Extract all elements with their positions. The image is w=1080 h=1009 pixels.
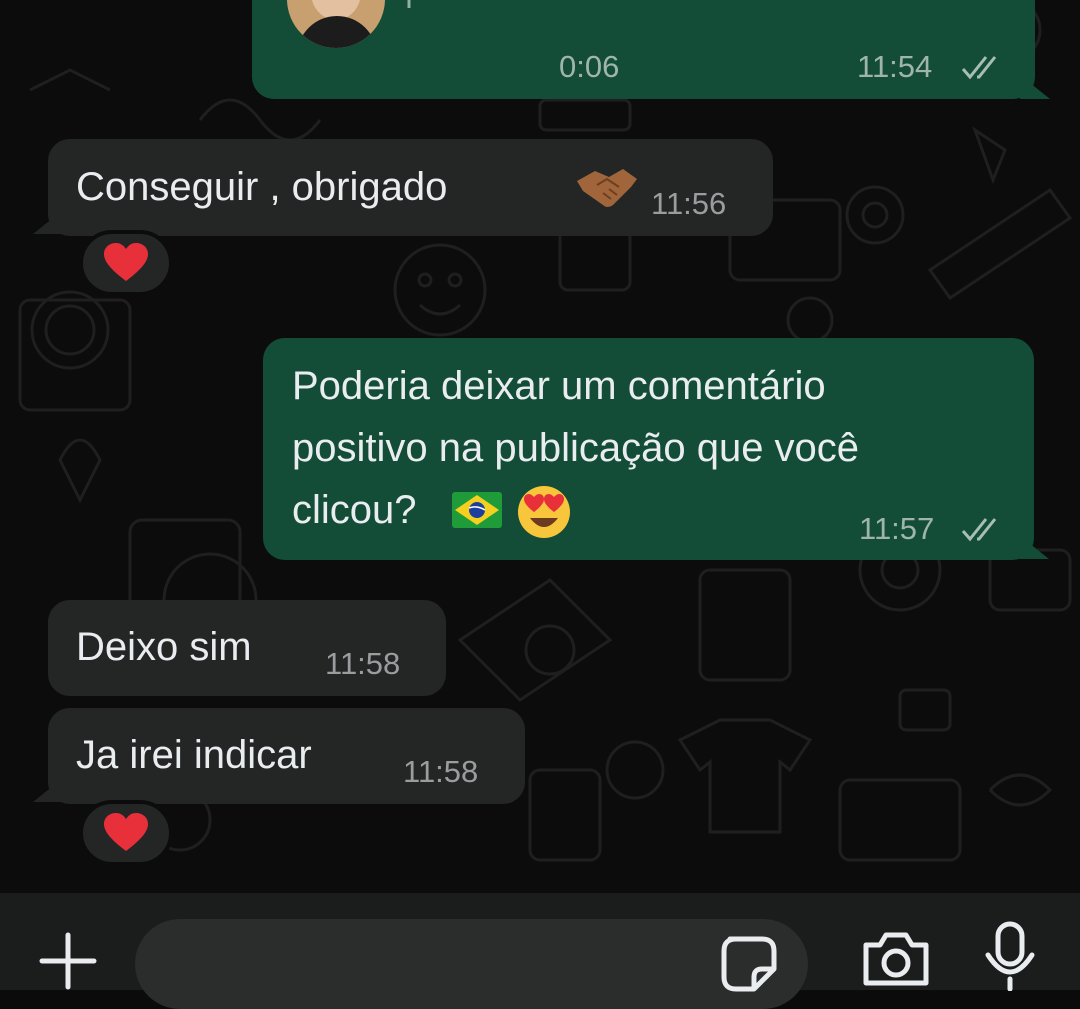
heart-icon [104,243,148,281]
message-text: Conseguir , obrigado [76,165,448,209]
bubble-tail [1019,535,1049,559]
chat-area[interactable]: 0:06 11:54 Conseguir , obrigado 11:56 Po… [0,0,1080,893]
incoming-message-bubble[interactable]: Conseguir , obrigado 11:56 [48,139,773,236]
message-time: 11:57 [859,511,935,546]
microphone-icon [407,0,411,8]
double-check-icon [961,518,997,542]
plus-icon[interactable] [38,931,98,991]
message-time: 11:58 [403,754,479,789]
bubble-tail [1020,75,1050,99]
outgoing-message-bubble[interactable]: Poderia deixar um comentário positivo na… [263,338,1034,560]
sticker-icon[interactable] [720,935,778,993]
heart-eyes-icon [518,486,570,538]
reaction-badge[interactable] [79,230,173,296]
message-text-line: positivo na publicação que você [292,426,860,470]
reaction-badge[interactable] [79,800,173,866]
message-input[interactable] [135,919,808,1009]
message-time: 11:54 [857,49,933,84]
message-time: 11:58 [325,646,401,681]
brazil-flag-icon [452,492,502,528]
message-text-line: clicou? [292,488,417,532]
message-input-bar [0,893,1080,1009]
voice-message-bubble[interactable]: 0:06 11:54 [252,0,1035,99]
message-time: 11:56 [651,186,727,221]
double-check-icon [961,56,997,80]
message-text: Ja irei indicar [76,733,312,777]
incoming-message-bubble[interactable]: Deixo sim 11:58 [48,600,446,696]
message-text: Deixo sim [76,625,252,669]
voice-duration: 0:06 [559,49,620,84]
microphone-icon[interactable] [983,921,1037,991]
handshake-icon [577,169,637,207]
heart-icon [104,813,148,851]
incoming-message-bubble[interactable]: Ja irei indicar 11:58 [48,708,525,804]
message-text-line: Poderia deixar um comentário [292,364,826,408]
sender-avatar [287,0,385,48]
camera-icon[interactable] [860,931,932,987]
